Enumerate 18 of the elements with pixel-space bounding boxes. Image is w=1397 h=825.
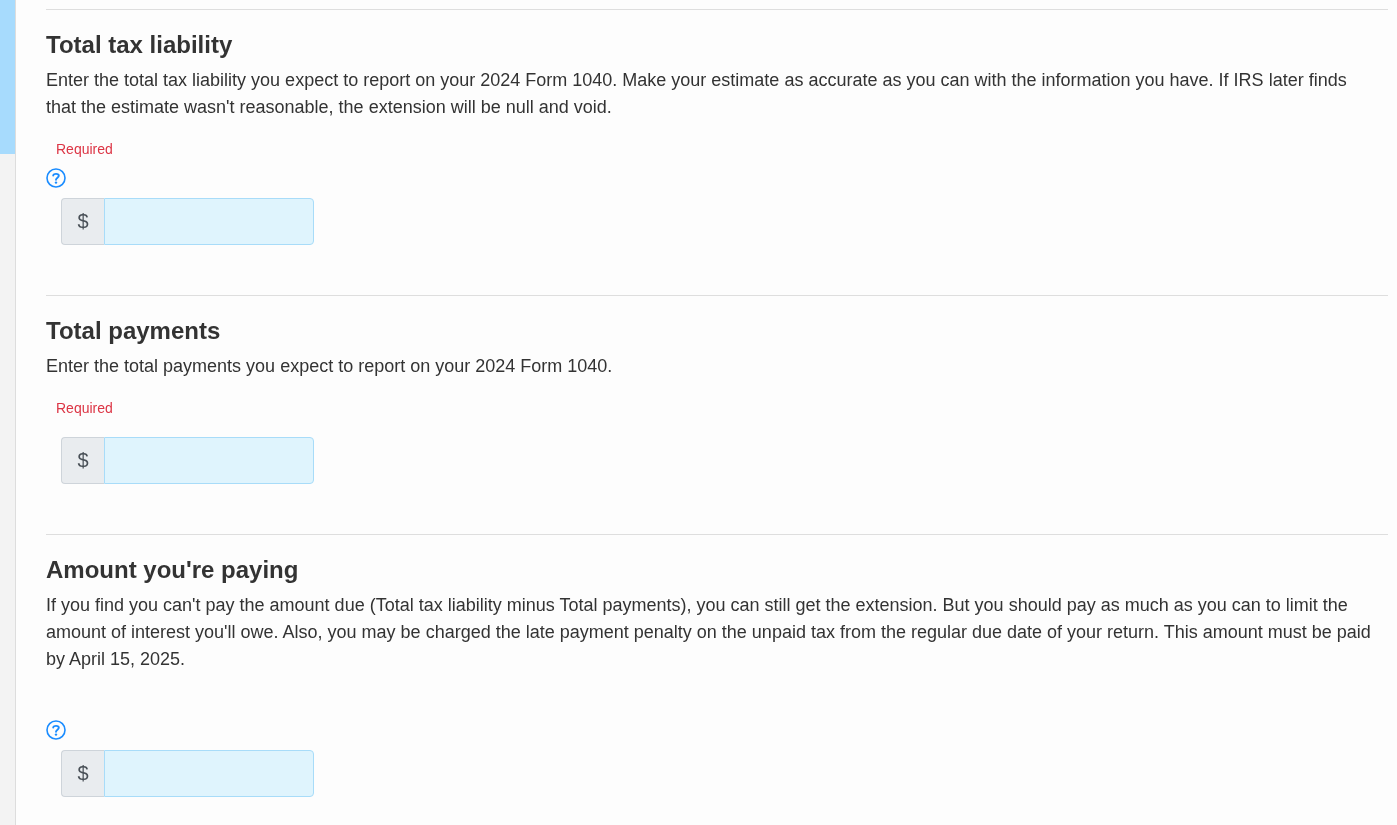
scrollbar[interactable] — [0, 0, 16, 825]
required-label: Required — [56, 140, 114, 159]
section-description: Enter the total payments you expect to report on your 2024 Form 1040. — [46, 355, 614, 378]
currency-prefix: $ — [61, 750, 104, 797]
section-description: If you find you can't pay the amount due (Total tax liability minus Total payments), you can still get the extension. But you should pay as much as you can to limit the amount of interest you'll owe. Also, you may be charged the late payment penalty on the unpaid tax from the regular due date of your return. This amount must be paid by April 15, 2025. — [46, 594, 1372, 671]
currency-prefix: $ — [61, 198, 104, 245]
amount-input[interactable] — [104, 750, 314, 797]
section-title: Total payments — [46, 316, 222, 345]
help-icon[interactable] — [46, 720, 66, 740]
section-title: Total tax liability — [46, 30, 234, 59]
help-icon[interactable] — [46, 168, 66, 188]
amount-input[interactable] — [104, 437, 314, 484]
amount-input[interactable] — [104, 198, 314, 245]
scrollbar-thumb[interactable] — [0, 0, 15, 154]
required-label: Required — [56, 399, 114, 418]
section-description: Enter the total tax liability you expect to report on your 2024 Form 1040. Make your estimate as accurate as you can with the information you have. If IRS later finds that the estimate wasn't reasonable, the extension will be null and void. — [46, 69, 1348, 119]
section-title: Amount you're paying — [46, 555, 300, 584]
currency-prefix: $ — [61, 437, 104, 484]
